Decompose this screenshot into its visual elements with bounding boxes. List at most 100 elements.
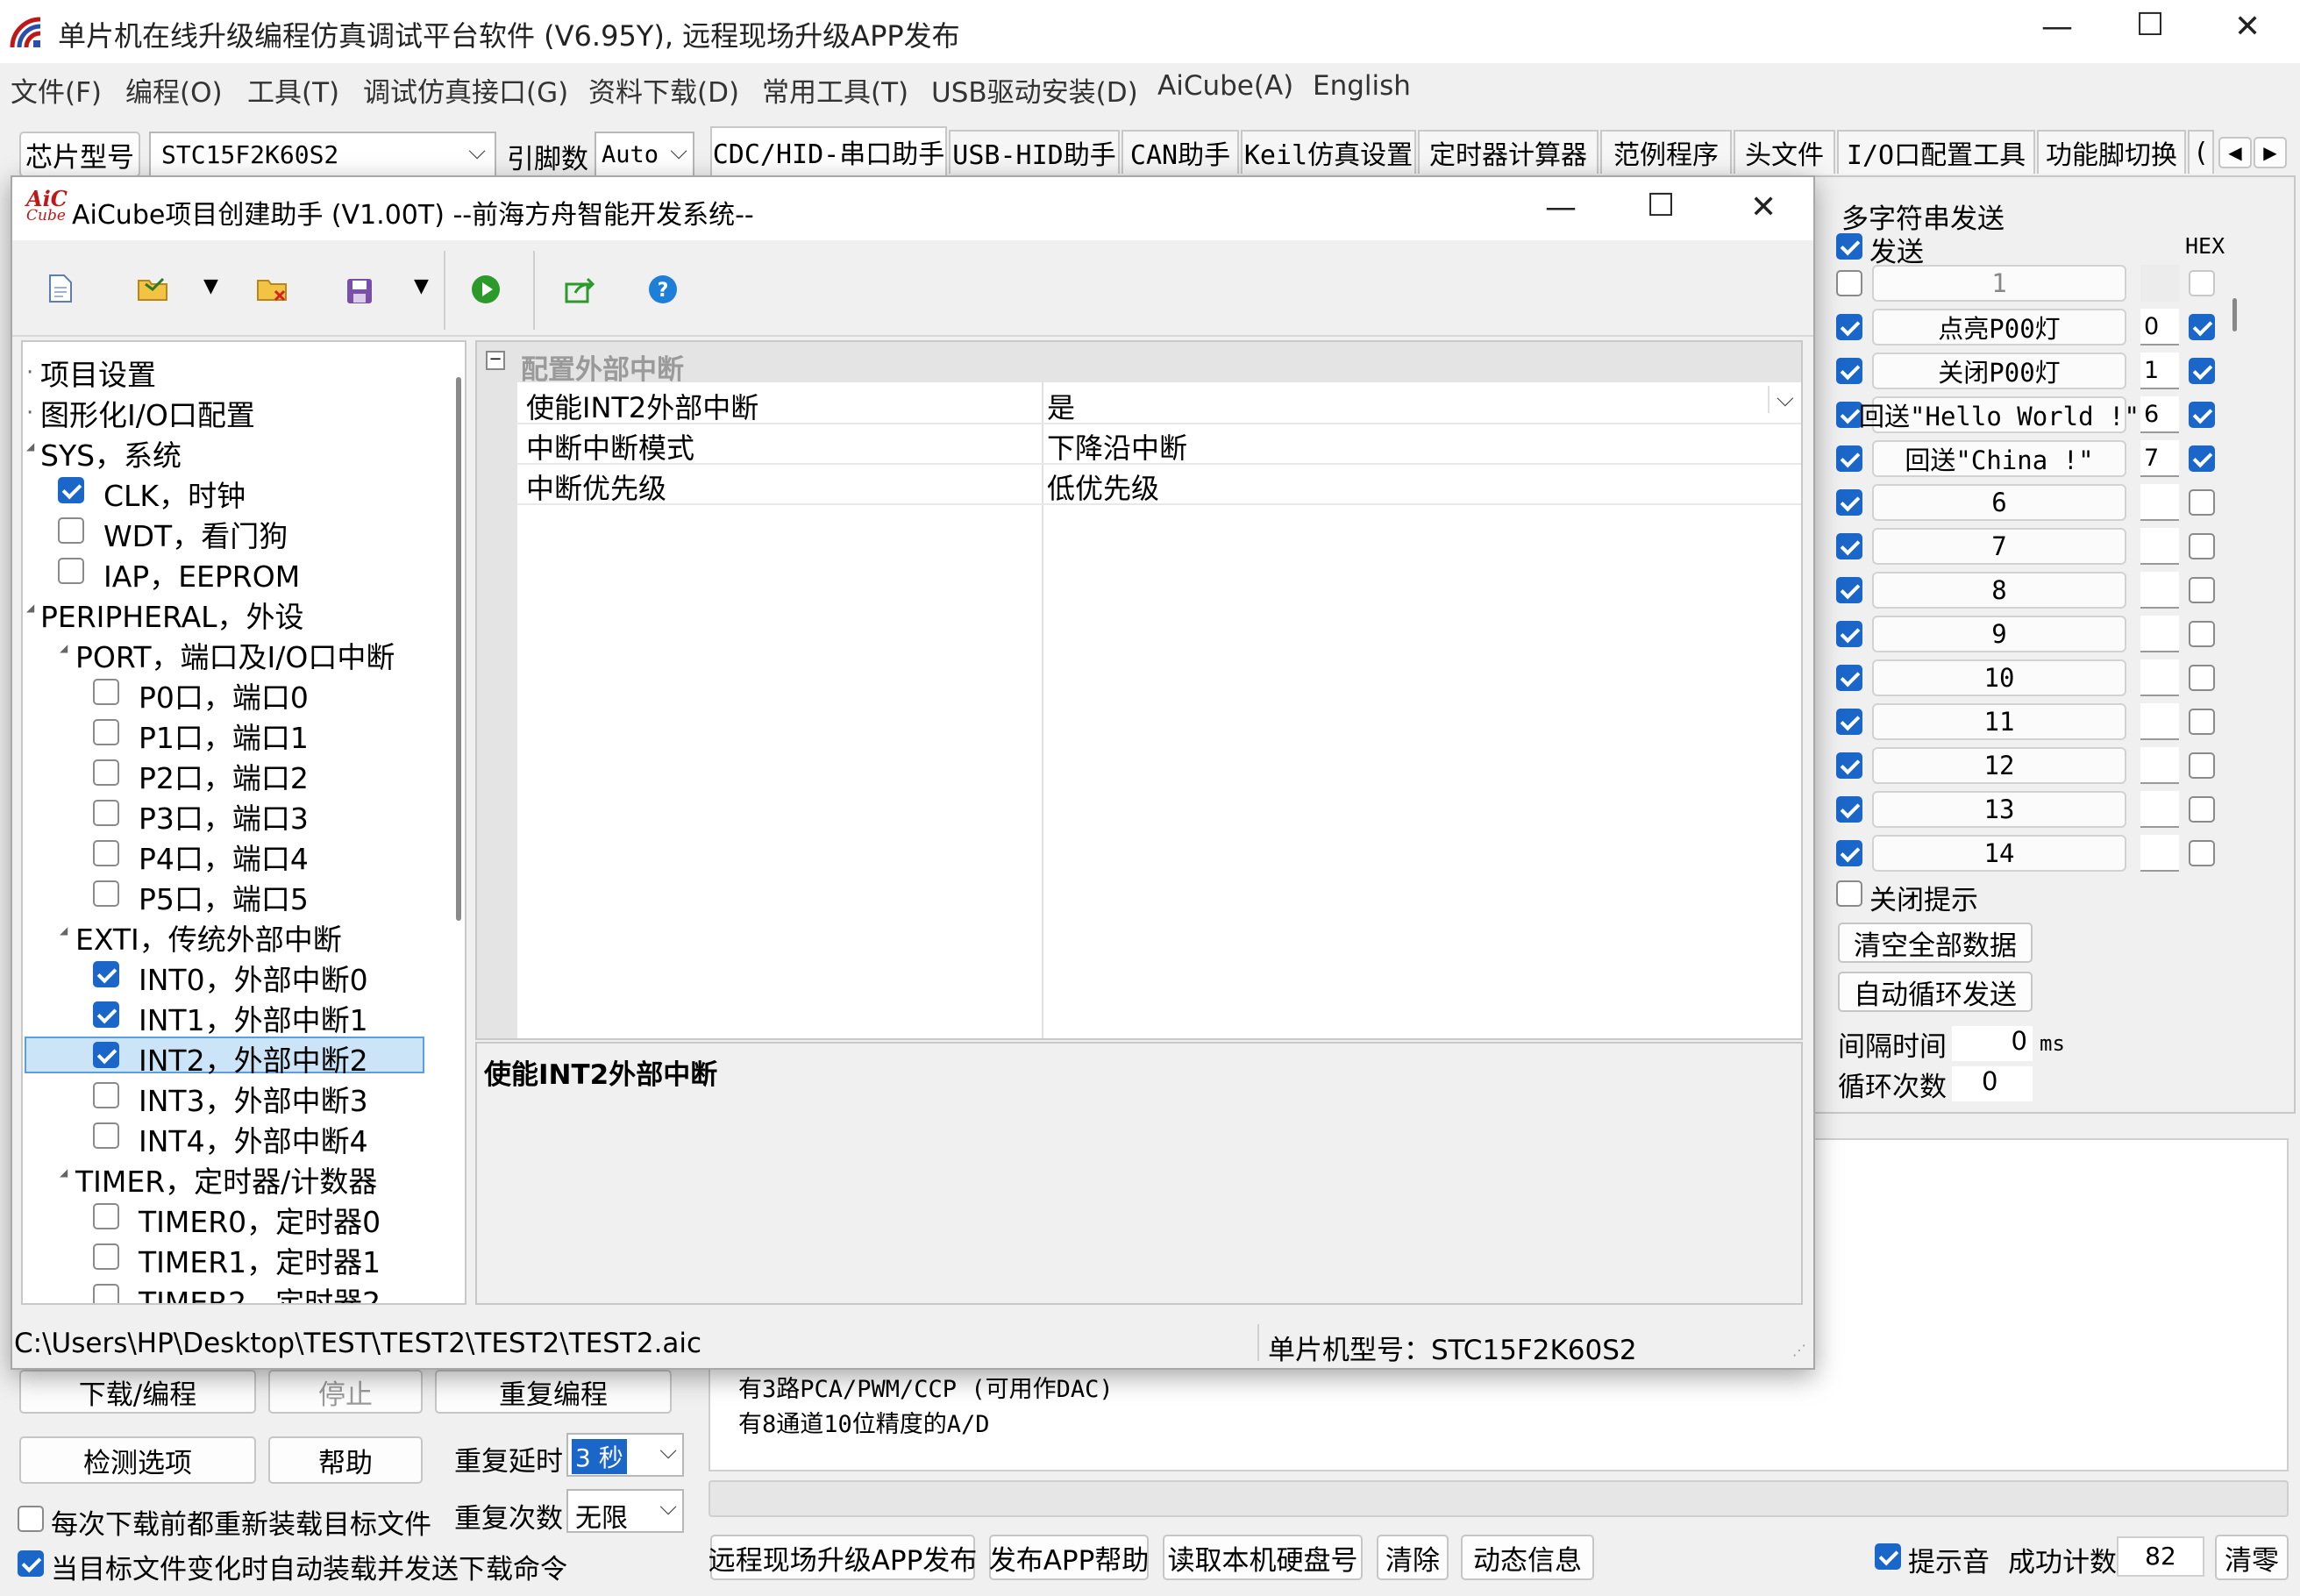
tree-item[interactable]: ◢ PERIPHERAL，外设 (23, 591, 444, 634)
close-folder-icon[interactable] (256, 277, 288, 303)
open-folder-icon[interactable] (137, 277, 168, 302)
tree-item[interactable]: P2口，端口2 (23, 752, 444, 795)
send-row-checkbox[interactable] (1836, 752, 1862, 779)
send-row-hex-checkbox[interactable] (2189, 665, 2215, 691)
tree-item[interactable]: IAP，EEPROM (23, 551, 444, 594)
help-button[interactable]: 帮助 (268, 1436, 423, 1484)
send-row-shortcut-input[interactable] (2140, 703, 2179, 740)
send-row-hex-checkbox[interactable] (2189, 402, 2215, 428)
tab-scroll-right-button[interactable]: ▶ (2254, 137, 2287, 168)
auto-load-checkbox[interactable] (18, 1550, 44, 1577)
check-options-button[interactable]: 检测选项 (19, 1436, 256, 1484)
send-row-button[interactable]: 7 (1872, 528, 2126, 565)
multi-send-scrollbar[interactable] (2232, 298, 2237, 331)
auto-loop-send-button[interactable]: 自动循环发送 (1838, 972, 2033, 1012)
run-icon[interactable] (470, 274, 502, 305)
send-row-shortcut-input[interactable] (2140, 528, 2179, 565)
tree-item[interactable]: TIMER0，定时器0 (23, 1196, 444, 1239)
minimize-button[interactable]: — (2041, 9, 2073, 45)
tree-checkbox[interactable] (93, 759, 119, 786)
tree-item[interactable]: P3口，端口3 (23, 793, 444, 836)
menu-debug[interactable]: 调试仿真接口(G) (363, 70, 568, 110)
send-row-shortcut-input[interactable] (2140, 659, 2179, 696)
maximize-button[interactable]: ☐ (2136, 7, 2164, 43)
tree-checkbox[interactable] (93, 679, 119, 705)
tree-checkbox[interactable] (93, 1001, 119, 1028)
tree-checkbox[interactable] (93, 1042, 119, 1068)
tree-item[interactable]: · 图形化I/O口配置 (23, 389, 444, 432)
tab-cdc-hid[interactable]: CDC/HID-串口助手 (710, 126, 947, 175)
tree-item[interactable]: ◢ SYS，系统 (23, 430, 444, 473)
send-row-hex-checkbox[interactable] (2189, 709, 2215, 735)
tree-checkbox[interactable] (93, 1284, 119, 1303)
tree-checkbox[interactable] (93, 800, 119, 826)
tree-toggle-icon[interactable]: ◢ (60, 642, 68, 654)
chevron-down-icon[interactable]: ▼ (414, 275, 429, 297)
tab-usb-hid[interactable]: USB-HID助手 (949, 130, 1120, 174)
close-button[interactable]: ✕ (2234, 9, 2261, 45)
stop-button[interactable]: 停止 (268, 1370, 423, 1414)
send-row-checkbox[interactable] (1836, 665, 1862, 691)
collapse-icon[interactable]: − (486, 351, 505, 370)
send-row-hex-checkbox[interactable] (2189, 489, 2215, 516)
tree-scrollbar[interactable] (456, 377, 461, 921)
tree-item[interactable]: · 项目设置 (23, 349, 444, 392)
send-row-shortcut-input[interactable]: 1 (2140, 353, 2179, 389)
remote-app-publish-button[interactable]: 远程现场升级APP发布 (709, 1535, 977, 1580)
send-row-button[interactable]: 1 (1872, 265, 2126, 302)
dialog-maximize-button[interactable]: ☐ (1647, 188, 1675, 224)
menu-aicube[interactable]: AiCube(A) (1157, 70, 1293, 102)
export-icon[interactable] (565, 275, 596, 303)
tree-checkbox[interactable] (93, 1243, 119, 1270)
send-row-shortcut-input[interactable]: 0 (2140, 309, 2179, 346)
clear-all-data-button[interactable]: 清空全部数据 (1838, 923, 2033, 963)
send-row-hex-checkbox[interactable] (2189, 621, 2215, 647)
send-row-shortcut-input[interactable]: 6 (2140, 396, 2179, 433)
chip-type-select[interactable]: STC15F2K60S2 ⌵ (149, 132, 496, 177)
tab-keil[interactable]: Keil仿真设置 (1241, 130, 1416, 174)
tree-checkbox[interactable] (93, 1122, 119, 1149)
send-row-hex-checkbox[interactable] (2189, 840, 2215, 866)
tree-item[interactable]: P1口，端口1 (23, 712, 444, 755)
tab-header-files[interactable]: 头文件 (1734, 130, 1835, 174)
menu-program[interactable]: 编程(O) (125, 70, 223, 110)
save-icon[interactable] (345, 277, 374, 305)
send-row-button[interactable]: 回送"China !" (1872, 440, 2126, 477)
tree-item[interactable]: INT4，外部中断4 (23, 1115, 444, 1158)
tree-item[interactable]: WDT，看门狗 (23, 510, 444, 553)
tree-toggle-icon[interactable]: ◢ (60, 1166, 68, 1179)
repeat-delay-select[interactable]: 3 秒 ⌵ (566, 1433, 684, 1477)
tree-toggle-icon[interactable]: · (26, 400, 33, 426)
publish-app-help-button[interactable]: 发布APP帮助 (989, 1535, 1149, 1580)
send-row-button[interactable]: 10 (1872, 659, 2126, 696)
help-icon[interactable]: ? (647, 274, 679, 305)
resize-grip-icon[interactable]: ⋰ (1792, 1342, 1806, 1358)
dialog-close-button[interactable]: ✕ (1750, 189, 1777, 225)
tree-checkbox[interactable] (93, 719, 119, 745)
read-disk-id-button[interactable]: 读取本机硬盘号 (1163, 1535, 1363, 1580)
tree-item[interactable]: INT3，外部中断3 (23, 1075, 444, 1118)
send-row-checkbox[interactable] (1836, 796, 1862, 823)
send-row-button[interactable]: 13 (1872, 791, 2126, 828)
download-program-button[interactable]: 下载/编程 (19, 1370, 256, 1414)
send-row-checkbox[interactable] (1836, 445, 1862, 472)
send-row-button[interactable]: 14 (1872, 835, 2126, 872)
property-value[interactable]: 下降沿中断 (1047, 426, 1187, 467)
send-row-checkbox[interactable] (1836, 314, 1862, 340)
tab-scroll-left-button[interactable]: ◀ (2218, 137, 2252, 168)
tree-toggle-icon[interactable]: ◢ (60, 924, 68, 937)
tree-checkbox[interactable] (58, 558, 84, 584)
send-row-hex-checkbox[interactable] (2189, 270, 2215, 296)
menu-tools[interactable]: 工具(T) (247, 70, 339, 110)
tab-more[interactable]: ( (2188, 130, 2214, 174)
send-row-shortcut-input[interactable] (2140, 484, 2179, 521)
menu-file[interactable]: 文件(F) (11, 70, 102, 110)
tree-item[interactable]: CLK，时钟 (23, 470, 444, 513)
send-row-shortcut-input[interactable] (2140, 835, 2179, 872)
tree-item[interactable]: INT0，外部中断0 (23, 954, 444, 997)
clear-button[interactable]: 清除 (1377, 1535, 1449, 1580)
tab-io-config[interactable]: I/O口配置工具 (1837, 130, 2035, 174)
send-row-shortcut-input[interactable] (2140, 616, 2179, 652)
property-value[interactable]: 低优先级 (1047, 467, 1159, 507)
send-row-hex-checkbox[interactable] (2189, 314, 2215, 340)
